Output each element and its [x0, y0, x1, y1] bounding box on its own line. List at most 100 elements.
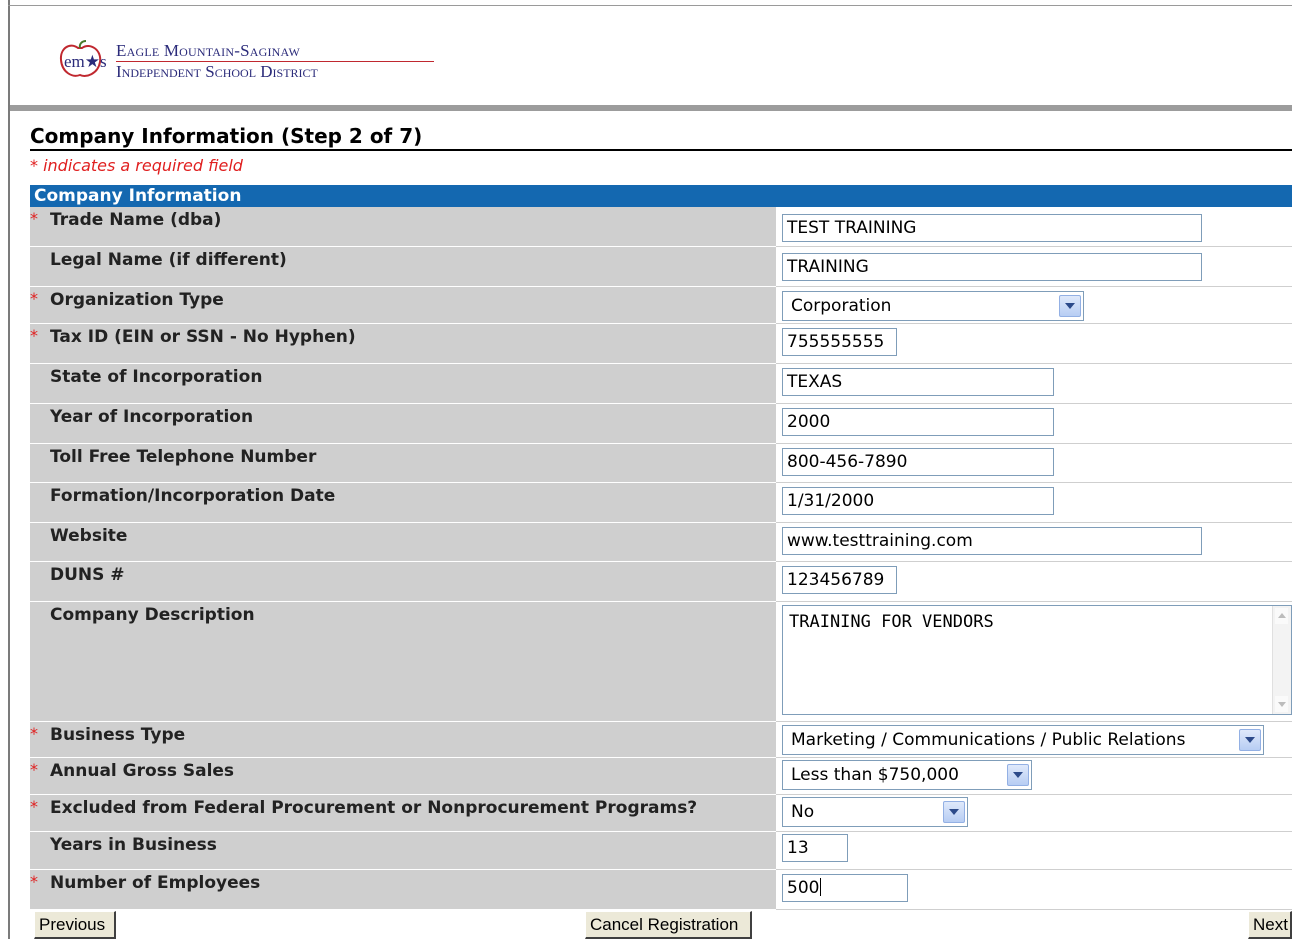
- row-year-of-incorporation: Year of Incorporation 2000: [30, 404, 1292, 444]
- annual-gross-sales-label: Annual Gross Sales: [50, 761, 235, 781]
- label-cell: * Excluded from Federal Procurement or N…: [30, 795, 776, 832]
- row-number-of-employees: * Number of Employees 500: [30, 870, 1292, 910]
- value-cell: Less than $750,000: [776, 758, 1292, 795]
- row-website: Website www.testtraining.com: [30, 523, 1292, 562]
- value-cell: 2000: [776, 404, 1292, 444]
- annual-gross-sales-value: Less than $750,000: [791, 765, 959, 785]
- required-marker: *: [30, 289, 38, 308]
- label-cell: * Trade Name (dba): [30, 207, 776, 247]
- chevron-down-icon[interactable]: [943, 801, 965, 823]
- row-company-description: Company Description TRAINING FOR VENDORS: [30, 602, 1292, 722]
- required-marker: *: [30, 326, 38, 345]
- value-cell: Marketing / Communications / Public Rela…: [776, 722, 1292, 758]
- row-years-in-business: Years in Business 13: [30, 832, 1292, 870]
- formation-date-label: Formation/Incorporation Date: [50, 486, 336, 506]
- website-input[interactable]: www.testtraining.com: [782, 527, 1202, 555]
- chevron-down-icon[interactable]: [1239, 729, 1261, 751]
- excluded-federal-label: Excluded from Federal Procurement or Non…: [50, 798, 698, 818]
- required-marker: *: [30, 209, 38, 228]
- number-of-employees-value: 500: [787, 878, 820, 898]
- district-name-line1: Eagle Mountain-Saginaw: [116, 41, 300, 60]
- row-trade-name: * Trade Name (dba) TEST TRAINING: [30, 207, 1292, 247]
- organization-type-select[interactable]: Corporation: [782, 291, 1084, 321]
- row-business-type: * Business Type Marketing / Communicatio…: [30, 722, 1292, 758]
- page-title: Company Information (Step 2 of 7): [30, 124, 423, 148]
- tax-id-label: Tax ID (EIN or SSN - No Hyphen): [50, 327, 356, 347]
- label-cell: * Tax ID (EIN or SSN - No Hyphen): [30, 324, 776, 364]
- company-description-textarea[interactable]: TRAINING FOR VENDORS: [782, 605, 1292, 715]
- company-description-value: TRAINING FOR VENDORS: [789, 612, 994, 632]
- label-cell: * Organization Type: [30, 287, 776, 324]
- required-marker: *: [30, 724, 38, 743]
- apple-logo-icon: em★s: [59, 40, 107, 77]
- toll-free-phone-label: Toll Free Telephone Number: [50, 447, 317, 467]
- next-button[interactable]: Next: [1248, 911, 1292, 939]
- annual-gross-sales-select[interactable]: Less than $750,000: [782, 760, 1032, 790]
- duns-label: DUNS #: [50, 565, 125, 585]
- trade-name-input[interactable]: TEST TRAINING: [782, 214, 1202, 242]
- business-type-value: Marketing / Communications / Public Rela…: [791, 730, 1186, 750]
- label-cell: * Annual Gross Sales: [30, 758, 776, 795]
- excluded-federal-select[interactable]: No: [782, 797, 968, 827]
- duns-input[interactable]: 123456789: [782, 566, 897, 594]
- header-divider: [10, 105, 1292, 111]
- label-cell: Formation/Incorporation Date: [30, 483, 776, 523]
- district-name: Eagle Mountain-Saginaw Independent Schoo…: [116, 42, 446, 81]
- trade-name-label: Trade Name (dba): [50, 210, 222, 230]
- value-cell: TEST TRAINING: [776, 207, 1292, 247]
- required-marker: *: [30, 760, 38, 779]
- section-header: Company Information: [30, 185, 1292, 207]
- years-in-business-input[interactable]: 13: [782, 834, 848, 862]
- business-type-select[interactable]: Marketing / Communications / Public Rela…: [782, 725, 1264, 755]
- label-cell: State of Incorporation: [30, 364, 776, 404]
- legal-name-label: Legal Name (if different): [50, 250, 287, 270]
- chevron-down-icon[interactable]: [1007, 764, 1029, 786]
- label-cell: Toll Free Telephone Number: [30, 444, 776, 483]
- scroll-up-icon[interactable]: [1275, 608, 1288, 624]
- row-excluded-federal: * Excluded from Federal Procurement or N…: [30, 795, 1292, 832]
- row-formation-date: Formation/Incorporation Date 1/31/2000: [30, 483, 1292, 523]
- row-duns: DUNS # 123456789: [30, 562, 1292, 602]
- value-cell: TEXAS: [776, 364, 1292, 404]
- year-of-incorporation-input[interactable]: 2000: [782, 408, 1054, 436]
- row-organization-type: * Organization Type Corporation: [30, 287, 1292, 324]
- cancel-registration-button[interactable]: Cancel Registration: [585, 911, 752, 939]
- value-cell: 800-456-7890: [776, 444, 1292, 483]
- row-legal-name: Legal Name (if different) TRAINING: [30, 247, 1292, 287]
- organization-type-value: Corporation: [791, 296, 892, 316]
- value-cell: www.testtraining.com: [776, 523, 1292, 562]
- required-marker: *: [30, 872, 38, 891]
- label-cell: * Number of Employees: [30, 870, 776, 910]
- state-of-incorporation-label: State of Incorporation: [50, 367, 263, 387]
- tax-id-input[interactable]: 755555555: [782, 328, 897, 356]
- value-cell: TRAINING: [776, 247, 1292, 287]
- organization-type-label: Organization Type: [50, 290, 224, 310]
- toll-free-phone-input[interactable]: 800-456-7890: [782, 448, 1054, 476]
- chevron-down-icon[interactable]: [1059, 295, 1081, 317]
- title-rule: [30, 149, 1292, 151]
- page-left-border: [8, 0, 10, 939]
- label-cell: Years in Business: [30, 832, 776, 870]
- row-tax-id: * Tax ID (EIN or SSN - No Hyphen) 755555…: [30, 324, 1292, 364]
- number-of-employees-input[interactable]: 500: [782, 874, 908, 902]
- company-description-label: Company Description: [50, 605, 255, 625]
- textarea-scrollbar[interactable]: [1272, 606, 1291, 714]
- label-cell: DUNS #: [30, 562, 776, 602]
- website-label: Website: [50, 526, 128, 546]
- scroll-down-icon[interactable]: [1275, 696, 1288, 712]
- required-marker: *: [30, 797, 38, 816]
- previous-button[interactable]: Previous: [34, 911, 116, 939]
- formation-date-input[interactable]: 1/31/2000: [782, 487, 1054, 515]
- logo-mark: em★s: [64, 52, 107, 71]
- label-cell: Legal Name (if different): [30, 247, 776, 287]
- number-of-employees-label: Number of Employees: [50, 873, 261, 893]
- district-name-line2: Independent School District: [116, 62, 318, 81]
- row-toll-free-phone: Toll Free Telephone Number 800-456-7890: [30, 444, 1292, 483]
- legal-name-input[interactable]: TRAINING: [782, 253, 1202, 281]
- label-cell: Year of Incorporation: [30, 404, 776, 444]
- excluded-federal-value: No: [791, 802, 815, 822]
- row-annual-gross-sales: * Annual Gross Sales Less than $750,000: [30, 758, 1292, 795]
- label-cell: * Business Type: [30, 722, 776, 758]
- state-of-incorporation-input[interactable]: TEXAS: [782, 368, 1054, 396]
- row-state-of-incorporation: State of Incorporation TEXAS: [30, 364, 1292, 404]
